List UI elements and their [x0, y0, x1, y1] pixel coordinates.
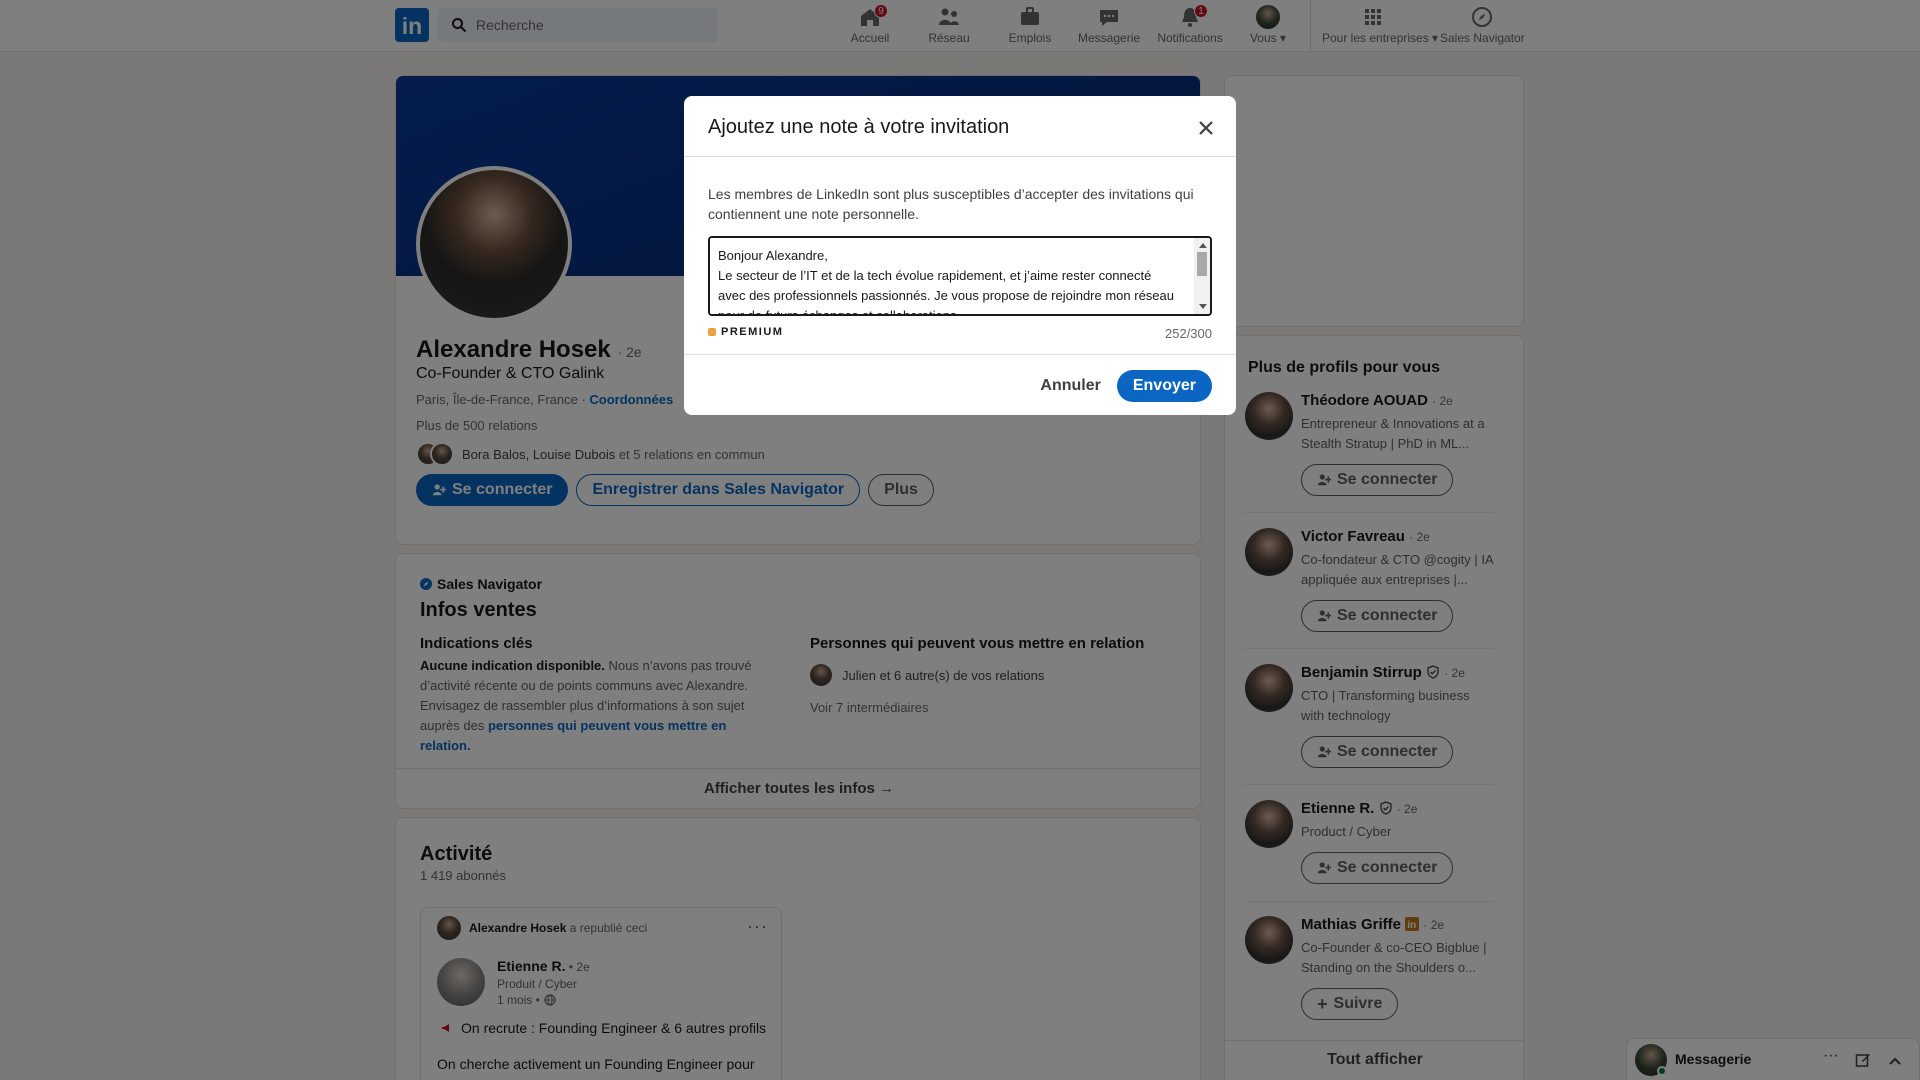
divider	[684, 156, 1236, 157]
scroll-down-icon[interactable]	[1199, 304, 1207, 309]
close-icon	[1199, 121, 1213, 135]
dialog-actions: Annuler Envoyer	[1040, 370, 1212, 402]
scroll-up-icon[interactable]	[1199, 243, 1207, 248]
scroll-thumb[interactable]	[1197, 252, 1207, 276]
close-button[interactable]	[1190, 112, 1222, 144]
premium-text: PREMIUM	[721, 326, 784, 338]
dialog-title: Ajoutez une note à votre invitation	[708, 116, 1010, 138]
note-field[interactable]: Bonjour Alexandre, Le secteur de l’IT et…	[708, 236, 1212, 316]
character-counter: 252/300	[1165, 326, 1212, 341]
send-button[interactable]: Envoyer	[1116, 370, 1212, 402]
dialog-description: Les membres de LinkedIn sont plus suscep…	[708, 186, 1194, 222]
premium-icon	[708, 328, 716, 336]
invitation-note-dialog: Ajoutez une note à votre invitation Les …	[684, 96, 1236, 415]
divider	[684, 354, 1236, 355]
cancel-button[interactable]: Annuler	[1040, 377, 1100, 395]
note-textarea[interactable]: Bonjour Alexandre, Le secteur de l’IT et…	[710, 238, 1190, 314]
premium-label: PREMIUM	[708, 326, 783, 338]
scrollbar[interactable]	[1194, 238, 1210, 314]
